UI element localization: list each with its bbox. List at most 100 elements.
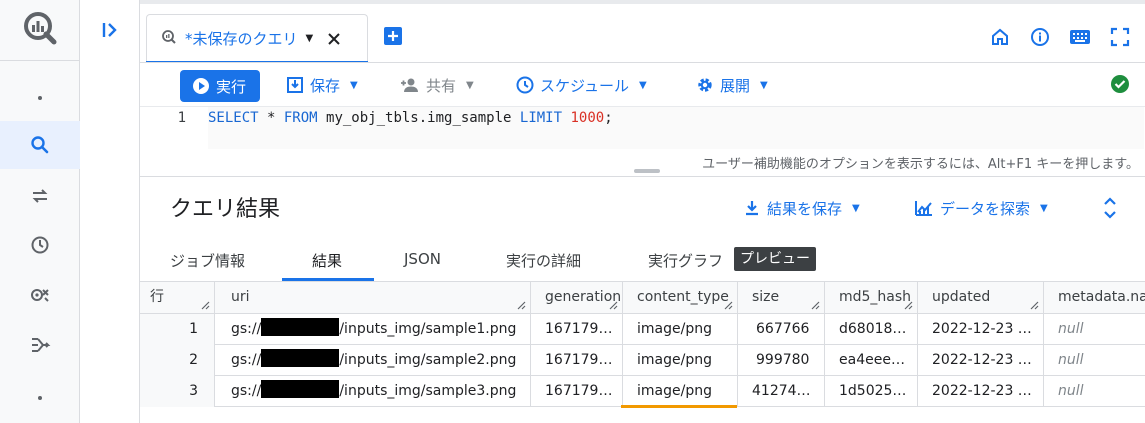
metadata-name-cell[interactable]: null — [1044, 314, 1145, 345]
size-cell[interactable]: 667766 — [738, 314, 825, 345]
share-chevron-down-icon: ▼ — [466, 79, 474, 91]
row-number: 3 — [140, 376, 215, 407]
column-header-content-type[interactable]: content_type — [623, 282, 738, 314]
download-icon — [746, 201, 758, 216]
column-header-metadata-name[interactable]: metadata.name — [1044, 282, 1145, 314]
bigquery-logo-icon[interactable] — [22, 10, 58, 46]
home-icon[interactable] — [989, 26, 1011, 48]
row-number: 2 — [140, 345, 215, 376]
content-type-cell[interactable]: image/png — [623, 376, 738, 407]
results-table: 行 uri generation content_type size md5_h… — [140, 282, 1145, 423]
fullscreen-icon[interactable] — [1109, 26, 1131, 48]
keyboard-icon[interactable] — [1069, 26, 1091, 48]
chart-explore-icon — [915, 201, 932, 216]
rail-dot-top — [0, 74, 80, 122]
metadata-name-cell[interactable]: null — [1044, 376, 1145, 407]
metadata-name-cell[interactable]: null — [1044, 345, 1145, 376]
schedule-button[interactable]: スケジュール ▼ — [516, 73, 647, 97]
tab-execution-details[interactable]: 実行の詳細 — [506, 250, 581, 271]
query-tab-icon — [161, 29, 177, 49]
play-icon — [193, 78, 209, 94]
content-type-cell[interactable]: image/png — [623, 314, 738, 345]
results-header: クエリ結果 結果を保存 ▼ データを探索 ▼ — [140, 176, 1145, 238]
gear-icon — [698, 78, 712, 92]
deploy-chevron-down-icon: ▼ — [760, 79, 768, 91]
add-tab-plus-icon[interactable] — [383, 26, 403, 46]
run-button[interactable]: 実行 — [180, 70, 260, 102]
save-button[interactable]: 保存 ▼ — [286, 73, 358, 97]
tab-close-icon[interactable] — [325, 30, 343, 48]
sql-keyword-from: FROM — [283, 110, 318, 126]
results-tabs: ジョブ情報 結果 JSON 実行の詳細 実行グラフ プレビュー — [140, 238, 1145, 282]
row-number: 1 — [140, 314, 215, 345]
uri-cell[interactable]: gs:///inputs_img/sample2.png — [215, 345, 531, 376]
tab-unsaved-query[interactable]: *未保存のクエリ ▼ — [146, 14, 368, 64]
editor-resize-handle[interactable] — [634, 169, 660, 173]
editor-tab-strip: *未保存のクエリ ▼ — [140, 0, 1145, 64]
md5-cell[interactable]: ea4eee… — [825, 345, 918, 376]
share-button[interactable]: 共有 ▼ — [400, 73, 474, 97]
column-header-uri[interactable]: uri — [215, 282, 531, 314]
uri-cell[interactable]: gs:///inputs_img/sample3.png — [215, 376, 531, 407]
column-header-generation[interactable]: generation — [531, 282, 623, 314]
query-valid-check-icon — [1110, 74, 1130, 94]
tab-json[interactable]: JSON — [404, 250, 441, 268]
updated-cell[interactable]: 2022-12-23 … — [918, 314, 1044, 345]
rail-transfer-icon[interactable] — [0, 172, 80, 220]
sql-editor[interactable]: 1 SELECT * FROM my_obj_tbls.img_sample L… — [140, 106, 1145, 176]
sql-keyword-limit: LIMIT — [519, 110, 563, 126]
explore-data-button[interactable]: データを探索 ▼ — [914, 196, 1048, 220]
tab-job-info[interactable]: ジョブ情報 — [170, 250, 245, 271]
sql-code-line[interactable]: SELECT * FROM my_obj_tbls.img_sample LIM… — [208, 110, 613, 126]
deploy-label: 展開 — [720, 76, 751, 95]
save-results-button[interactable]: 結果を保存 ▼ — [743, 196, 860, 220]
sql-text: * — [258, 110, 284, 126]
md5-cell[interactable]: 1d5025… — [825, 376, 918, 407]
table-row: 1 gs:///inputs_img/sample1.png 167179… i… — [140, 314, 1145, 345]
schedule-chevron-down-icon: ▼ — [638, 79, 647, 91]
rail-history-clock-icon[interactable] — [0, 221, 80, 269]
save-results-chevron-down-icon: ▼ — [852, 202, 860, 214]
sql-semicolon: ; — [604, 110, 613, 126]
expand-panel-icon[interactable] — [98, 18, 122, 42]
sql-table-name: my_obj_tbls.img_sample — [317, 110, 520, 126]
explore-chevron-down-icon: ▼ — [1040, 202, 1048, 214]
updated-cell[interactable]: 2022-12-23 … — [918, 345, 1044, 376]
cell-focus-underline — [621, 405, 737, 408]
size-cell[interactable]: 999780 — [738, 345, 825, 376]
updated-cell[interactable]: 2022-12-23 … — [918, 376, 1044, 407]
uri-cell[interactable]: gs:///inputs_img/sample1.png — [215, 314, 531, 345]
schedule-clock-icon — [516, 76, 534, 94]
info-icon[interactable] — [1029, 26, 1051, 48]
size-cell[interactable]: 41274… — [738, 376, 825, 407]
table-row: 3 gs:///inputs_img/sample3.png 167179… i… — [140, 376, 1145, 407]
generation-cell[interactable]: 167179… — [531, 314, 623, 345]
rail-analytics-hub-icon[interactable] — [0, 271, 80, 319]
tab-results[interactable]: 結果 — [312, 250, 342, 271]
generation-cell[interactable]: 167179… — [531, 345, 623, 376]
expand-collapse-icon[interactable] — [1102, 196, 1118, 220]
rail-dataflow-icon[interactable] — [0, 321, 80, 369]
rail-dot-bottom — [0, 374, 80, 422]
tab-menu-chevron-down-icon[interactable]: ▼ — [306, 33, 314, 44]
generation-cell[interactable]: 167179… — [531, 376, 623, 407]
share-label: 共有 — [426, 76, 457, 95]
explore-data-label: データを探索 — [940, 199, 1031, 218]
column-header-row[interactable]: 行 — [140, 282, 215, 314]
redacted-bucket — [261, 318, 340, 336]
md5-cell[interactable]: d68018… — [825, 314, 918, 345]
rail-search-icon[interactable] — [0, 121, 80, 169]
deploy-button[interactable]: 展開 ▼ — [696, 73, 768, 97]
save-download-icon — [287, 77, 303, 93]
column-header-md5-hash[interactable]: md5_hash — [825, 282, 918, 314]
table-row: 2 gs:///inputs_img/sample2.png 167179… i… — [140, 345, 1145, 376]
tab-execution-graph[interactable]: 実行グラフ — [648, 250, 723, 271]
content-type-cell[interactable]: image/png — [623, 345, 738, 376]
person-add-icon — [401, 78, 418, 92]
schedule-label: スケジュール — [540, 76, 629, 95]
column-header-size[interactable]: size — [738, 282, 825, 314]
explorer-toggle-column — [80, 0, 140, 423]
active-tab-indicator — [282, 278, 374, 281]
column-header-updated[interactable]: updated — [918, 282, 1044, 314]
tab-label: *未保存のクエリ — [185, 30, 298, 48]
